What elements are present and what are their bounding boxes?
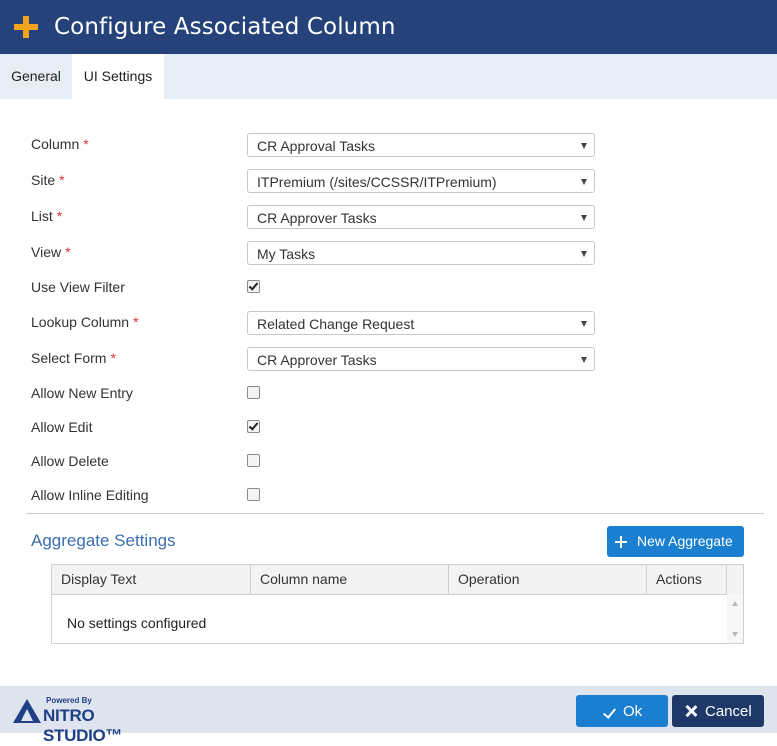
grid-header: Display Text Column name Operation Actio… (52, 565, 743, 595)
allow-new-entry-label: Allow New Entry (31, 385, 133, 401)
lookup-column-label: Lookup Column * (31, 314, 139, 330)
dialog-title: Configure Associated Column (54, 14, 396, 40)
checkmark-icon (602, 705, 617, 719)
dropdown-arrow-icon (581, 179, 587, 185)
allow-edit-checkbox[interactable] (247, 420, 260, 433)
close-icon (685, 705, 697, 717)
new-aggregate-label: New Aggregate (637, 533, 733, 549)
allow-delete-label: Allow Delete (31, 453, 109, 469)
aggregate-settings-title: Aggregate Settings (31, 531, 176, 550)
allow-inline-editing-label: Allow Inline Editing (31, 487, 149, 503)
cancel-button[interactable]: Cancel (672, 695, 764, 727)
select-form-label: Select Form * (31, 350, 116, 366)
nitro-studio-logo: Powered By NITRO STUDIO™ (13, 696, 173, 745)
dropdown-arrow-icon (581, 215, 587, 221)
required-marker: * (110, 350, 116, 366)
dropdown-arrow-icon (581, 251, 587, 257)
allow-edit-label: Allow Edit (31, 419, 93, 435)
new-aggregate-button[interactable]: New Aggregate (607, 526, 744, 557)
view-label: View * (31, 244, 71, 260)
aggregate-grid: Display Text Column name Operation Actio… (51, 564, 744, 644)
grid-empty-message: No settings configured (67, 615, 207, 631)
required-marker: * (56, 208, 63, 224)
site-select[interactable]: ITPremium (/sites/CCSSR/ITPremium) (247, 169, 595, 193)
required-marker: * (133, 314, 139, 330)
column-label: Column * (31, 136, 89, 152)
list-select[interactable]: CR Approver Tasks (247, 205, 595, 229)
use-view-filter-checkbox[interactable] (247, 280, 260, 293)
tab-bar: General UI Settings (0, 54, 777, 99)
checkmark-icon (248, 280, 259, 291)
section-divider (26, 513, 764, 514)
scroll-down-icon[interactable] (732, 632, 738, 637)
logo-brand: NITRO STUDIO™ (43, 706, 123, 745)
column-header-actions[interactable]: Actions (647, 565, 727, 594)
column-header-column-name[interactable]: Column name (251, 565, 449, 594)
list-label: List * (31, 208, 63, 224)
dropdown-arrow-icon (581, 143, 587, 149)
logo-chevron-inner (21, 709, 33, 721)
tab-ui-settings[interactable]: UI Settings (72, 54, 164, 99)
allow-new-entry-checkbox[interactable] (247, 386, 260, 399)
scroll-up-icon[interactable] (732, 601, 738, 606)
required-marker: * (83, 136, 89, 152)
view-select[interactable]: My Tasks (247, 241, 595, 265)
dropdown-arrow-icon (581, 321, 587, 327)
column-header-operation[interactable]: Operation (449, 565, 647, 594)
required-marker: * (65, 244, 71, 260)
logo-powered-by: Powered By (46, 696, 92, 705)
allow-inline-editing-checkbox[interactable] (247, 488, 260, 501)
grid-scrollbar[interactable] (727, 594, 743, 643)
cancel-label: Cancel (705, 703, 752, 720)
plus-icon (14, 12, 38, 40)
column-header-display-text[interactable]: Display Text (52, 565, 251, 594)
select-form-select[interactable]: CR Approver Tasks (247, 347, 595, 371)
checkmark-icon (248, 420, 259, 431)
lookup-column-select[interactable]: Related Change Request (247, 311, 595, 335)
title-bar: Configure Associated Column (0, 0, 777, 54)
ok-label: Ok (623, 703, 643, 720)
use-view-filter-label: Use View Filter (31, 279, 125, 295)
tab-general[interactable]: General (0, 54, 72, 99)
plus-icon (615, 533, 627, 549)
column-select[interactable]: CR Approval Tasks (247, 133, 595, 157)
ok-button[interactable]: Ok (576, 695, 668, 727)
allow-delete-checkbox[interactable] (247, 454, 260, 467)
site-label: Site * (31, 172, 65, 188)
required-marker: * (59, 172, 65, 188)
dropdown-arrow-icon (581, 357, 587, 363)
